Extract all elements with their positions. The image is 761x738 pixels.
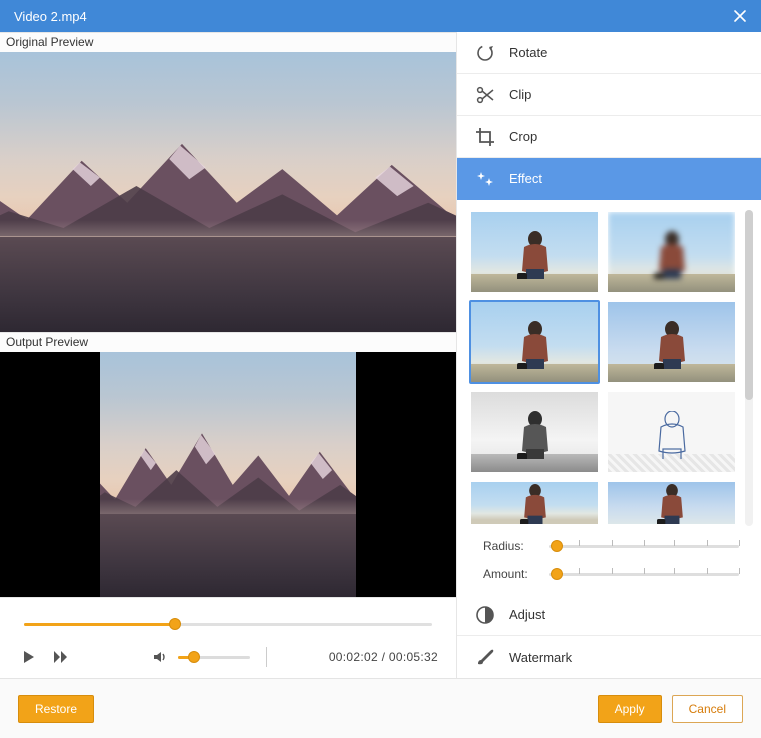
apply-button[interactable]: Apply — [598, 695, 662, 723]
effect-thumb[interactable] — [606, 210, 737, 294]
tool-label: Rotate — [509, 45, 547, 60]
restore-button[interactable]: Restore — [18, 695, 94, 723]
speaker-icon — [153, 650, 169, 664]
tool-adjust[interactable]: Adjust — [457, 594, 761, 636]
effect-grid — [469, 210, 737, 526]
scissors-icon — [475, 85, 495, 105]
tool-crop[interactable]: Crop — [457, 116, 761, 158]
preview-column: Original Preview Output Preview — [0, 32, 456, 678]
tool-label: Adjust — [509, 607, 545, 622]
tools-column: Rotate Clip Crop Effect — [456, 32, 761, 678]
tool-rotate[interactable]: Rotate — [457, 32, 761, 74]
time-total: 00:05:32 — [389, 650, 438, 664]
effect-thumb[interactable] — [469, 480, 600, 526]
timecode: 00:02:02 / 00:05:32 — [329, 650, 438, 664]
next-icon — [53, 650, 69, 664]
divider — [266, 647, 267, 667]
output-preview — [0, 352, 456, 597]
next-button[interactable] — [50, 646, 72, 668]
tool-label: Clip — [509, 87, 531, 102]
effect-thumb[interactable] — [469, 390, 600, 474]
tool-label: Crop — [509, 129, 537, 144]
window-title: Video 2.mp4 — [14, 9, 727, 24]
effect-scrollbar[interactable] — [745, 210, 753, 526]
effect-thumb[interactable] — [469, 210, 600, 294]
effect-thumb[interactable] — [606, 300, 737, 384]
effect-thumb[interactable] — [606, 390, 737, 474]
play-button[interactable] — [18, 646, 40, 668]
close-icon — [734, 10, 746, 22]
titlebar: Video 2.mp4 — [0, 0, 761, 32]
mute-button[interactable] — [150, 646, 172, 668]
playback-controls: 00:02:02 / 00:05:32 — [0, 597, 456, 678]
effect-thumb[interactable] — [606, 480, 737, 526]
amount-slider[interactable] — [549, 566, 739, 582]
effect-thumb-selected[interactable] — [469, 300, 600, 384]
close-button[interactable] — [727, 3, 753, 29]
footer: Restore Apply Cancel — [0, 678, 761, 738]
rotate-icon — [475, 43, 495, 63]
cancel-button[interactable]: Cancel — [672, 695, 743, 723]
radius-label: Radius: — [483, 539, 539, 553]
sparkle-icon — [475, 169, 495, 189]
tool-clip[interactable]: Clip — [457, 74, 761, 116]
brush-icon — [475, 647, 495, 667]
contrast-icon — [475, 605, 495, 625]
tool-label: Watermark — [509, 650, 572, 665]
amount-label: Amount: — [483, 567, 539, 581]
tool-watermark[interactable]: Watermark — [457, 636, 761, 678]
time-current: 00:02:02 — [329, 650, 378, 664]
crop-icon — [475, 127, 495, 147]
output-preview-label: Output Preview — [0, 332, 456, 352]
effect-panel: Radius: Amount: — [457, 200, 761, 594]
tool-effect[interactable]: Effect — [457, 158, 761, 200]
original-preview-label: Original Preview — [0, 32, 456, 52]
play-icon — [22, 650, 36, 664]
radius-slider[interactable] — [549, 538, 739, 554]
volume-slider[interactable] — [178, 650, 250, 664]
original-preview — [0, 52, 456, 332]
seek-slider[interactable] — [24, 616, 432, 632]
tool-label: Effect — [509, 171, 542, 186]
